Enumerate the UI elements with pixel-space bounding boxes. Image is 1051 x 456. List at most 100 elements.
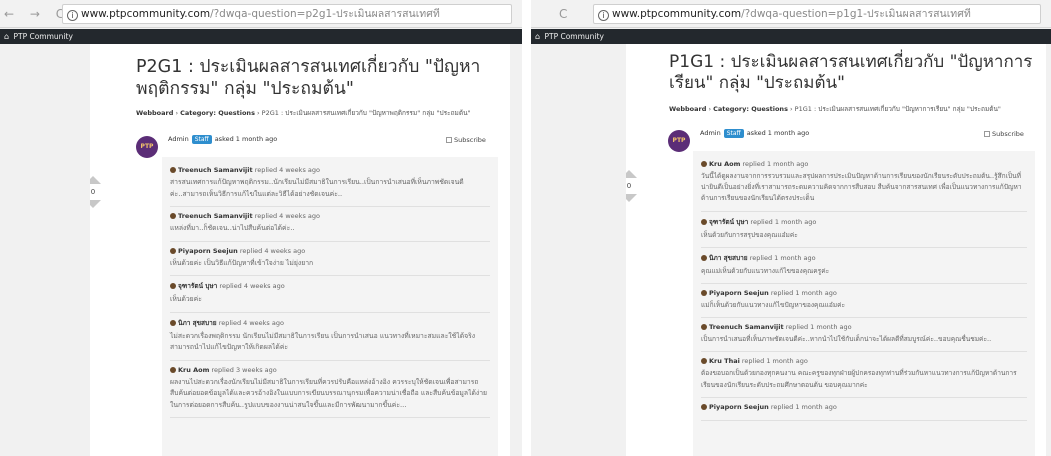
comment-header: Piyaporn Seejun replied 1 month ago	[701, 289, 1027, 297]
user-avatar-icon[interactable]	[701, 161, 707, 167]
comment-author[interactable]: Treenuch Samanvijit	[709, 323, 784, 331]
home-icon[interactable]: ⌂	[535, 32, 540, 41]
comment-author[interactable]: จุฑารัตน์ บุษา	[178, 282, 217, 290]
asked-time: asked 1 month ago	[746, 129, 810, 137]
downvote-icon[interactable]	[90, 200, 101, 208]
breadcrumb-category[interactable]: Category: Questions	[180, 109, 255, 117]
comment-item: จุฑารัตน์ บุษา replied 1 month ago เห็นด้…	[701, 212, 1027, 248]
asked-time: asked 1 month ago	[214, 135, 278, 143]
comment-time: replied 3 weeks ago	[211, 365, 277, 374]
comment-author[interactable]: นิภา สุขสบาย	[709, 254, 748, 262]
vote-widget: 0	[626, 170, 640, 202]
comment-author[interactable]: นิภา สุขสบาย	[178, 319, 217, 327]
comment-author[interactable]: Kru Aom	[178, 366, 209, 374]
comment-time: replied 4 weeks ago	[254, 212, 320, 221]
nav-buttons[interactable]: C	[559, 7, 573, 21]
site-name-link[interactable]: PTP Community	[13, 32, 72, 41]
author-link[interactable]: Admin	[700, 129, 721, 137]
comment-time: replied 1 month ago	[770, 289, 837, 298]
comment-author[interactable]: Kru Thai	[709, 357, 740, 365]
question-title: P2G1 : ประเมินผลสารสนเทศเกี่ยวกับ "ปัญหา…	[136, 57, 481, 99]
comment-item: นิภา สุขสบาย replied 1 month ago คุณแม่เห…	[701, 248, 1027, 285]
comment-author[interactable]: Treenuch Samanvijit	[178, 166, 253, 174]
comment-time: replied 4 weeks ago	[218, 318, 284, 327]
breadcrumb-sep: ›	[254, 109, 262, 117]
comment-item: Piyaporn Seejun replied 1 month ago แม่ก็…	[701, 284, 1027, 319]
comment-time: replied 1 month ago	[741, 357, 808, 366]
author-link[interactable]: Admin	[168, 135, 189, 143]
breadcrumb: Webboard › Category: Questions › P2G1 : …	[136, 108, 508, 118]
comment-text: คุณแม่เห็นด้วยกับแนวทางแก้ไขของคุณครูค่ะ	[701, 266, 830, 275]
user-avatar-icon[interactable]	[170, 319, 176, 326]
subscribe-toggle[interactable]: Subscribe	[446, 136, 486, 144]
comment-header: Piyaporn Seejun replied 1 month ago	[701, 403, 1027, 411]
home-icon[interactable]: ⌂	[4, 32, 9, 41]
comment-text: วันนี้ได้ดูผลงานจากการรวบรวมและสรุปผลการ…	[701, 172, 1022, 203]
page-content: P1G1 : ประเมินผลสารสนเทศเกี่ยวกับ "ปัญหา…	[626, 44, 1046, 456]
comment-author[interactable]: Piyaporn Seejun	[709, 289, 769, 297]
user-avatar-icon[interactable]	[701, 290, 707, 297]
comment-item: Kru Thai replied 1 month ago ต้องขอบอกเป็…	[701, 352, 1027, 398]
url-field[interactable]: i www.ptpcommunity.com/?dwqa-question=p1g…	[593, 4, 1041, 24]
user-avatar-icon[interactable]	[701, 218, 707, 225]
subscribe-checkbox[interactable]	[984, 131, 990, 137]
comment-list: Kru Aom replied 1 month ago วันนี้ได้ดูผล…	[693, 151, 1035, 456]
upvote-icon[interactable]	[90, 176, 101, 184]
user-avatar-icon[interactable]	[701, 254, 707, 261]
user-avatar-icon[interactable]	[170, 167, 176, 173]
user-avatar-icon[interactable]	[701, 358, 707, 365]
comment-header: Kru Thai replied 1 month ago	[701, 357, 1027, 365]
user-avatar-icon[interactable]	[701, 403, 707, 410]
avatar[interactable]: PTP	[136, 136, 158, 158]
comment-author[interactable]: Piyaporn Seejun	[709, 403, 769, 411]
site-name-link[interactable]: PTP Community	[544, 32, 603, 41]
question-meta: Admin Staff asked 1 month ago	[168, 135, 277, 144]
comment-text: เห็นด้วยกับการสรุปของคุณแอ๋มค่ะ	[701, 230, 798, 239]
comment-item: Treenuch Samanvijit replied 4 weeks ago ส…	[170, 161, 490, 208]
user-avatar-icon[interactable]	[170, 283, 176, 290]
info-icon[interactable]: i	[598, 10, 609, 21]
url-host: www.ptpcommunity.com	[81, 8, 211, 20]
user-avatar-icon[interactable]	[170, 213, 176, 220]
comment-text: ต้องขอบอกเป็นด้วยกองทุกคนงาน คณะครูของทุ…	[701, 369, 1017, 389]
comment-time: replied 1 month ago	[749, 253, 816, 262]
info-icon[interactable]: i	[67, 10, 78, 21]
breadcrumb-home[interactable]: Webboard	[136, 109, 173, 117]
downvote-icon[interactable]	[626, 194, 637, 202]
comment-header: Treenuch Samanvijit replied 4 weeks ago	[170, 212, 490, 220]
breadcrumb-sep: ›	[787, 105, 795, 113]
comment-author[interactable]: จุฑารัตน์ บุษา	[709, 218, 748, 226]
site-admin-bar: ⌂ PTP Community	[0, 29, 522, 44]
subscribe-toggle[interactable]: Subscribe	[984, 130, 1024, 138]
comment-item: Piyaporn Seejun replied 4 weeks ago เห็นด…	[170, 242, 490, 277]
comment-author[interactable]: Treenuch Samanvijit	[178, 212, 253, 220]
comment-item: จุฑารัตน์ บุษา replied 4 weeks ago เห็นด้…	[170, 276, 490, 313]
comment-time: replied 4 weeks ago	[219, 282, 285, 291]
subscribe-checkbox[interactable]	[446, 137, 452, 143]
comment-time: replied 1 month ago	[785, 323, 852, 332]
address-bar: C i www.ptpcommunity.com/?dwqa-question=p…	[531, 0, 1051, 28]
comment-author[interactable]: Kru Aom	[709, 160, 740, 168]
avatar[interactable]: PTP	[668, 130, 690, 152]
comment-header: นิภา สุขสบาย replied 4 weeks ago	[170, 318, 490, 328]
user-avatar-icon[interactable]	[170, 366, 176, 373]
user-avatar-icon[interactable]	[701, 324, 707, 331]
question-meta: Admin Staff asked 1 month ago	[700, 129, 809, 138]
vote-widget: 0	[90, 176, 104, 208]
comment-author[interactable]: Piyaporn Seejun	[178, 247, 238, 255]
url-path: /?dwqa-question=p2g1-ประเมินผลสารสนเทศที	[210, 8, 440, 20]
user-avatar-icon[interactable]	[170, 247, 176, 254]
staff-badge: Staff	[723, 129, 744, 138]
subscribe-label: Subscribe	[992, 130, 1024, 138]
url-host: www.ptpcommunity.com	[612, 8, 742, 20]
upvote-icon[interactable]	[626, 170, 637, 178]
url-field[interactable]: i www.ptpcommunity.com/?dwqa-question=p2g…	[62, 4, 512, 24]
breadcrumb-category[interactable]: Category: Questions	[713, 105, 788, 113]
breadcrumb: Webboard › Category: Questions › P1G1 : …	[669, 104, 1041, 114]
nav-buttons[interactable]: ← → C	[4, 7, 70, 21]
comment-header: Kru Aom replied 3 weeks ago	[170, 366, 490, 374]
breadcrumb-current: P2G1 : ประเมินผลสารสนเทศเกี่ยวกับ "ปัญหา…	[261, 109, 471, 117]
comment-header: จุฑารัตน์ บุษา replied 1 month ago	[701, 217, 1027, 227]
comment-item: Piyaporn Seejun replied 1 month ago	[701, 398, 1027, 421]
breadcrumb-home[interactable]: Webboard	[669, 105, 706, 113]
